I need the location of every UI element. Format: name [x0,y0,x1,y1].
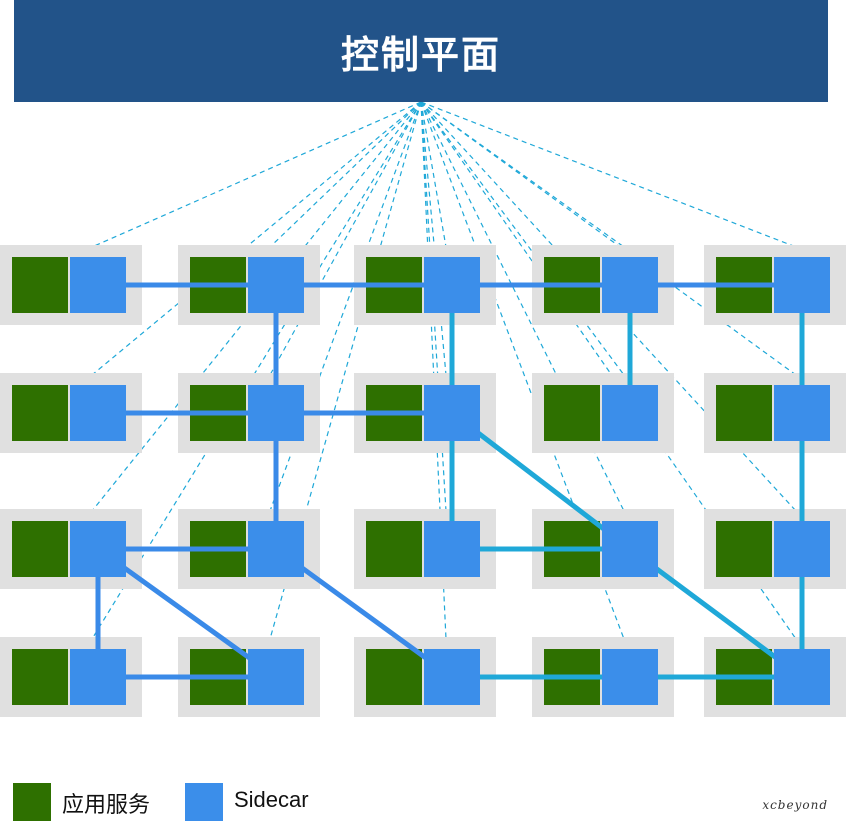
control-plane-label: 控制平面 [340,32,501,77]
sidecar-legend-label: Sidecar [234,787,309,812]
sidecar-box [70,649,126,705]
sidecar-box [602,385,658,441]
pod-node [354,509,496,589]
control-plane-link [420,101,797,376]
sidecar-box [248,385,304,441]
pod-node [704,509,846,589]
sidecar-box [424,257,480,313]
pod-node [178,373,320,453]
app-service-box [12,521,68,577]
app-service-swatch [13,783,51,821]
control-plane-link [420,101,447,248]
pod-node [532,509,674,589]
pod-node [354,373,496,453]
sidecar-box [248,521,304,577]
app-service-box [716,257,772,313]
sidecar-box [248,257,304,313]
app-service-box [366,521,422,577]
app-service-box [190,385,246,441]
watermark-text: xcbeyond [762,798,828,812]
pod-node [0,637,142,717]
sidecar-box [774,385,830,441]
pod-node [532,637,674,717]
pod-node [0,373,142,453]
app-service-box [544,521,600,577]
app-service-legend-label: 应用服务 [62,792,151,817]
app-service-box [366,385,422,441]
sidecar-box [70,385,126,441]
control-plane: 控制平面 [14,0,828,102]
app-service-box [716,649,772,705]
sidecar-box [602,649,658,705]
pod-node [532,245,674,325]
sidecar-box [774,649,830,705]
app-service-box [12,257,68,313]
control-plane-link [420,101,625,376]
app-service-box [12,385,68,441]
control-plane-link [420,101,797,248]
app-service-box [716,521,772,577]
sidecar-box [248,649,304,705]
pod-node [704,373,846,453]
pod-node [354,637,496,717]
pod-node [178,245,320,325]
app-service-box [544,649,600,705]
sidecar-box [602,257,658,313]
pod-node [704,245,846,325]
sidecar-box [424,385,480,441]
pod-node [0,509,142,589]
sidecar-box [602,521,658,577]
pod-node [178,509,320,589]
pod-node [704,637,846,717]
app-service-box [190,649,246,705]
app-service-box [12,649,68,705]
sidecar-swatch [185,783,223,821]
sidecar-box [424,521,480,577]
app-service-box [366,257,422,313]
app-service-box [544,257,600,313]
pod-node [0,245,142,325]
control-plane-link [269,101,422,248]
app-service-box [366,649,422,705]
sidecar-box [70,521,126,577]
control-plane-link [91,101,422,376]
sidecar-box [774,257,830,313]
sidecar-box [424,649,480,705]
app-service-box [190,521,246,577]
app-service-box [716,385,772,441]
pod-node [178,637,320,717]
sidecar-box [70,257,126,313]
app-service-box [190,257,246,313]
legend: 应用服务 Sidecar [0,775,848,835]
pod-node [354,245,496,325]
app-service-box [544,385,600,441]
sidecar-box [774,521,830,577]
control-plane-link [420,101,625,248]
control-plane-link [269,101,422,376]
control-plane-link [91,101,422,248]
pod-node [532,373,674,453]
control-plane-link [420,101,447,376]
